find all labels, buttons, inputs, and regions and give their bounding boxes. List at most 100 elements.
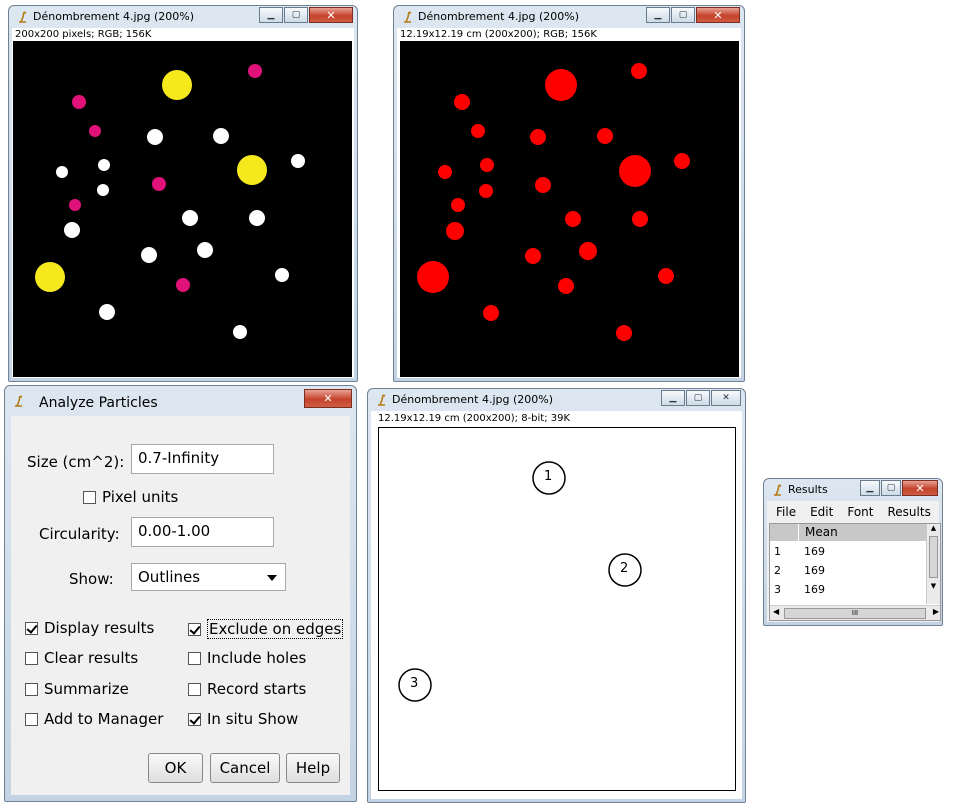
maximize-button[interactable]: ▢: [881, 480, 901, 496]
results-title: Results: [788, 483, 828, 496]
minimize-icon: ▁: [669, 393, 677, 403]
close-button[interactable]: ✕: [304, 389, 352, 408]
imagej-microscope-icon: [774, 484, 782, 496]
white-particle: [291, 154, 305, 168]
row-mean: 169: [804, 564, 825, 577]
scroll-down-icon[interactable]: ▼: [927, 582, 940, 590]
maximize-button[interactable]: ▢: [686, 390, 710, 406]
original-window-titlebar[interactable]: Dénombrement 4.jpg (200%) ▁ ▢ ✕: [9, 6, 357, 28]
close-icon: ✕: [722, 393, 730, 403]
summarize-checkbox[interactable]: Summarize: [25, 680, 129, 698]
minimize-button[interactable]: ▁: [860, 480, 880, 496]
white-particle: [275, 268, 289, 282]
red-particle-image: [417, 63, 690, 341]
red-particle: [480, 158, 494, 172]
red-particle: [438, 165, 452, 179]
outline-image-canvas[interactable]: 1 2 3: [378, 427, 736, 791]
outline-window-client: 12.19x12.19 cm (200x200); 8-bit; 39K 1 2…: [371, 411, 742, 799]
record-starts-checkbox[interactable]: Record starts: [188, 680, 306, 698]
add-to-manager-checkbox[interactable]: Add to Manager: [25, 710, 163, 728]
include-holes-box[interactable]: [188, 651, 201, 665]
index-column-header: [770, 524, 798, 541]
white-particle: [213, 128, 229, 144]
outline-window-titlebar[interactable]: Dénombrement 4.jpg (200%) ▁ ▢ ✕: [368, 389, 745, 411]
horizontal-scroll-thumb[interactable]: III: [784, 608, 926, 619]
display-results-checkbox[interactable]: Display results: [25, 619, 154, 637]
close-button[interactable]: ✕: [696, 7, 740, 23]
pixel-units-checkbox[interactable]: Pixel units: [83, 488, 178, 506]
summarize-box[interactable]: [25, 682, 38, 696]
magenta-particle: [72, 95, 86, 109]
circularity-input[interactable]: 0.00-1.00: [131, 517, 274, 547]
particle-label-3: 3: [410, 676, 419, 691]
imagej-microscope-icon: [15, 395, 23, 407]
dialog-titlebar[interactable]: Analyze Particles ✕: [5, 386, 356, 416]
record-starts-label: Record starts: [207, 680, 307, 698]
maximize-button[interactable]: ▢: [671, 7, 695, 23]
close-button[interactable]: ✕: [902, 480, 938, 496]
threshold-window-titlebar[interactable]: Dénombrement 4.jpg (200%) ▁ ▢ ✕: [394, 6, 744, 28]
size-input[interactable]: 0.7-Infinity: [131, 444, 274, 474]
maximize-button[interactable]: ▢: [284, 7, 308, 23]
ok-button[interactable]: OK: [148, 753, 203, 783]
menu-results[interactable]: Results: [887, 505, 930, 519]
minimize-button[interactable]: ▁: [646, 7, 670, 23]
outline-image-window[interactable]: Dénombrement 4.jpg (200%) ▁ ▢ ✕ 12.19x12…: [367, 388, 746, 803]
threshold-image-canvas[interactable]: [400, 41, 739, 377]
cancel-button[interactable]: Cancel: [210, 753, 280, 783]
close-icon: ✕: [713, 8, 723, 22]
scroll-right-icon[interactable]: ▶: [933, 607, 939, 616]
analyze-particles-dialog[interactable]: Analyze Particles ✕ Size (cm^2): 0.7-Inf…: [4, 385, 357, 802]
close-icon: ✕: [915, 481, 925, 495]
magenta-particle: [89, 125, 101, 137]
clear-results-checkbox[interactable]: Clear results: [25, 649, 138, 667]
original-image-canvas[interactable]: [13, 41, 352, 377]
yellow-particle: [237, 155, 267, 185]
horizontal-scrollbar[interactable]: ◀ III ▶: [770, 605, 940, 620]
exclude-on-edges-box[interactable]: [188, 622, 201, 636]
show-dropdown[interactable]: Outlines: [131, 563, 286, 591]
in-situ-show-box[interactable]: [188, 712, 201, 726]
minimize-button[interactable]: ▁: [259, 7, 283, 23]
menu-font[interactable]: Font: [847, 505, 873, 519]
white-particle: [141, 247, 157, 263]
results-window[interactable]: Results ▁ ▢ ✕ File Edit Font Results Mea…: [763, 478, 943, 626]
original-image-window[interactable]: Dénombrement 4.jpg (200%) ▁ ▢ ✕ 200x200 …: [8, 5, 358, 382]
imagej-microscope-icon: [378, 394, 386, 406]
red-particle: [674, 153, 690, 169]
include-holes-checkbox[interactable]: Include holes: [188, 649, 306, 667]
scroll-up-icon[interactable]: ▲: [927, 524, 940, 532]
maximize-icon: ▢: [693, 393, 703, 403]
dialog-body: Size (cm^2): 0.7-Infinity Pixel units Ci…: [11, 416, 350, 795]
add-to-manager-box[interactable]: [25, 712, 38, 726]
vertical-scrollbar[interactable]: ▲ ▼: [926, 524, 940, 604]
close-button[interactable]: ✕: [711, 390, 741, 406]
show-label: Show:: [69, 570, 114, 588]
in-situ-show-checkbox[interactable]: In situ Show: [188, 710, 298, 728]
table-row[interactable]: 3 169: [774, 583, 924, 596]
white-particle: [233, 325, 247, 339]
display-results-box[interactable]: [25, 621, 38, 635]
table-row[interactable]: 1 169: [774, 545, 924, 558]
results-titlebar[interactable]: Results ▁ ▢ ✕: [764, 479, 942, 501]
add-to-manager-label: Add to Manager: [44, 710, 164, 728]
show-selected-value: Outlines: [138, 568, 201, 586]
scroll-left-icon[interactable]: ◀: [773, 607, 779, 616]
row-mean: 169: [804, 545, 825, 558]
scroll-thumb[interactable]: [929, 536, 938, 578]
table-row[interactable]: 2 169: [774, 564, 924, 577]
minimize-button[interactable]: ▁: [661, 390, 685, 406]
threshold-image-window[interactable]: Dénombrement 4.jpg (200%) ▁ ▢ ✕ 12.19x12…: [393, 5, 745, 382]
minimize-icon: ▁: [654, 10, 662, 20]
mean-column-header: Mean: [799, 524, 927, 541]
maximize-icon: ▢: [886, 483, 896, 493]
exclude-on-edges-checkbox[interactable]: Exclude on edges: [188, 619, 344, 639]
pixel-units-box[interactable]: [83, 490, 96, 504]
menu-file[interactable]: File: [776, 505, 796, 519]
menu-edit[interactable]: Edit: [810, 505, 833, 519]
help-button[interactable]: Help: [286, 753, 340, 783]
record-starts-box[interactable]: [188, 682, 201, 696]
close-button[interactable]: ✕: [309, 7, 353, 23]
red-particle: [451, 198, 465, 212]
clear-results-box[interactable]: [25, 651, 38, 665]
